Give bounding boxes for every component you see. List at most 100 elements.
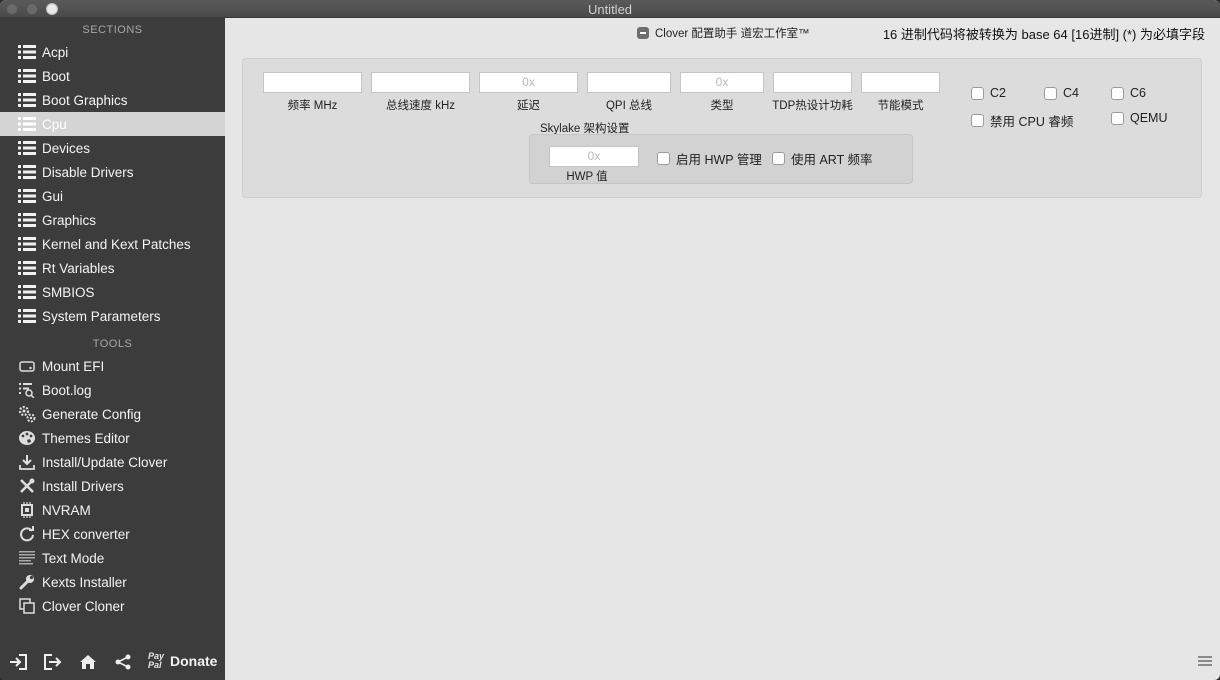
- sidebar-item-label: Gui: [42, 188, 64, 204]
- c2-label: C2: [990, 86, 1006, 100]
- sidebar-item-devices[interactable]: Devices: [0, 136, 225, 160]
- donate-button[interactable]: Pay Pal Donate: [148, 652, 217, 670]
- app-window: Untitled SECTIONS Acpi Boot Boot Graphic…: [0, 0, 1220, 680]
- home-button[interactable]: [78, 654, 98, 674]
- main-content: Clover 配置助手 道宏工作室™ 16 进制代码将被转换为 base 64 …: [225, 18, 1220, 680]
- sidebar-item-system-parameters[interactable]: System Parameters: [0, 304, 225, 328]
- donate-label: Donate: [170, 653, 218, 669]
- sidebar-bottom-bar: Pay Pal Donate: [0, 646, 225, 680]
- wrench-icon: [17, 572, 37, 592]
- chip-icon: [17, 500, 37, 520]
- tool-nvram[interactable]: NVRAM: [0, 498, 225, 522]
- sidebar-item-kernel-kext-patches[interactable]: Kernel and Kext Patches: [0, 232, 225, 256]
- window-title: Untitled: [587, 2, 633, 17]
- tool-label: Generate Config: [42, 406, 142, 422]
- sidebar-item-cpu[interactable]: Cpu: [0, 112, 225, 136]
- disable-turbo-label: 禁用 CPU 睿频: [990, 115, 1074, 129]
- menu-lines-icon[interactable]: [1198, 656, 1212, 668]
- gears-icon: [17, 404, 37, 424]
- sidebar-item-graphics[interactable]: Graphics: [0, 208, 225, 232]
- list-icon: [17, 306, 37, 326]
- tool-themes-editor[interactable]: Themes Editor: [0, 426, 225, 450]
- frequency-mhz-input[interactable]: [263, 72, 362, 93]
- c2-checkbox[interactable]: C2: [971, 86, 1006, 100]
- qemu-checkbox[interactable]: QEMU: [1111, 111, 1168, 125]
- qpi-input[interactable]: [587, 72, 671, 93]
- minus-checkbox-icon: [637, 27, 649, 39]
- use-art-label: 使用 ART 频率: [791, 153, 873, 167]
- sidebar-item-acpi[interactable]: Acpi: [0, 40, 225, 64]
- header-option[interactable]: Clover 配置助手 道宏工作室™: [637, 25, 810, 41]
- tools-icon: [17, 476, 37, 496]
- import-button[interactable]: [8, 653, 28, 674]
- sidebar-item-boot-graphics[interactable]: Boot Graphics: [0, 88, 225, 112]
- hwp-value-label: HWP 值: [566, 171, 608, 183]
- sidebar-item-label: Graphics: [42, 212, 97, 228]
- list-icon: [17, 210, 37, 230]
- sidebar-item-label: System Parameters: [42, 308, 161, 324]
- type-input[interactable]: 0x: [680, 72, 764, 93]
- qemu-label: QEMU: [1130, 111, 1168, 125]
- c4-checkbox[interactable]: C4: [1044, 86, 1079, 100]
- tool-install-drivers[interactable]: Install Drivers: [0, 474, 225, 498]
- bus-speed-khz-label: 总线速度 kHz: [386, 100, 455, 112]
- header-info-text: 16 进制代码将被转换为 base 64 [16进制] (*) 为必填字段: [882, 27, 1205, 42]
- sections-header: SECTIONS: [82, 24, 143, 36]
- tool-mount-efi[interactable]: Mount EFI: [0, 354, 225, 378]
- saving-mode-input[interactable]: [861, 72, 940, 93]
- log-search-icon: [17, 380, 37, 400]
- tool-label: NVRAM: [42, 502, 91, 518]
- sidebar-item-label: Disable Drivers: [42, 164, 134, 180]
- sidebar-item-label: Cpu: [42, 116, 67, 132]
- tool-label: Mount EFI: [42, 358, 105, 374]
- download-icon: [17, 452, 37, 472]
- enable-hwp-checkbox[interactable]: 启用 HWP 管理: [657, 149, 762, 168]
- tool-label: Install/Update Clover: [42, 454, 168, 470]
- hwp-value-input[interactable]: 0x: [549, 146, 639, 167]
- tdp-input[interactable]: [773, 72, 852, 93]
- c6-checkbox[interactable]: C6: [1111, 86, 1146, 100]
- tool-generate-config[interactable]: Generate Config: [0, 402, 225, 426]
- frequency-mhz-label: 频率 MHz: [287, 100, 338, 112]
- list-icon: [17, 186, 37, 206]
- tool-install-update-clover[interactable]: Install/Update Clover: [0, 450, 225, 474]
- tool-kexts-installer[interactable]: Kexts Installer: [0, 570, 225, 594]
- bus-speed-khz-input[interactable]: [371, 72, 470, 93]
- home-icon: [79, 654, 97, 675]
- use-art-checkbox[interactable]: 使用 ART 频率: [772, 149, 873, 168]
- header-option-label: Clover 配置助手 道宏工作室™: [655, 28, 810, 40]
- export-button[interactable]: [43, 653, 63, 675]
- share-button[interactable]: [113, 654, 133, 674]
- tool-label: HEX converter: [42, 526, 130, 542]
- list-icon: [17, 90, 37, 110]
- sidebar-item-label: Devices: [42, 140, 91, 156]
- sidebar-item-label: Rt Variables: [42, 260, 115, 276]
- sidebar-item-label: Boot Graphics: [42, 92, 128, 108]
- latency-input[interactable]: 0x: [479, 72, 578, 93]
- sidebar-item-rt-variables[interactable]: Rt Variables: [0, 256, 225, 280]
- tool-label: Themes Editor: [42, 430, 130, 446]
- sidebar-item-disable-drivers[interactable]: Disable Drivers: [0, 160, 225, 184]
- export-icon: [44, 653, 62, 675]
- list-icon: [17, 114, 37, 134]
- saving-mode-label: 节能模式: [877, 100, 924, 112]
- tool-clover-cloner[interactable]: Clover Cloner: [0, 594, 225, 618]
- copy-icon: [17, 596, 37, 616]
- tool-label: Boot.log: [42, 382, 92, 398]
- sidebar-item-label: Acpi: [42, 44, 69, 60]
- list-icon: [17, 138, 37, 158]
- tdp-label: TDP热设计功耗: [772, 100, 853, 112]
- disk-icon: [17, 356, 37, 376]
- sidebar-item-label: Kernel and Kext Patches: [42, 236, 191, 252]
- skylake-panel: 0x HWP 值 启用 HWP 管理 使用 ART 频率: [529, 134, 913, 184]
- sidebar-item-boot[interactable]: Boot: [0, 64, 225, 88]
- list-icon: [17, 66, 37, 86]
- tool-boot-log[interactable]: Boot.log: [0, 378, 225, 402]
- tool-text-mode[interactable]: Text Mode: [0, 546, 225, 570]
- tool-label: Kexts Installer: [42, 574, 127, 590]
- disable-turbo-checkbox[interactable]: 禁用 CPU 睿频: [971, 111, 1073, 130]
- sidebar-item-gui[interactable]: Gui: [0, 184, 225, 208]
- sidebar-item-smbios[interactable]: SMBIOS: [0, 280, 225, 304]
- list-icon: [17, 234, 37, 254]
- tool-hex-converter[interactable]: HEX converter: [0, 522, 225, 546]
